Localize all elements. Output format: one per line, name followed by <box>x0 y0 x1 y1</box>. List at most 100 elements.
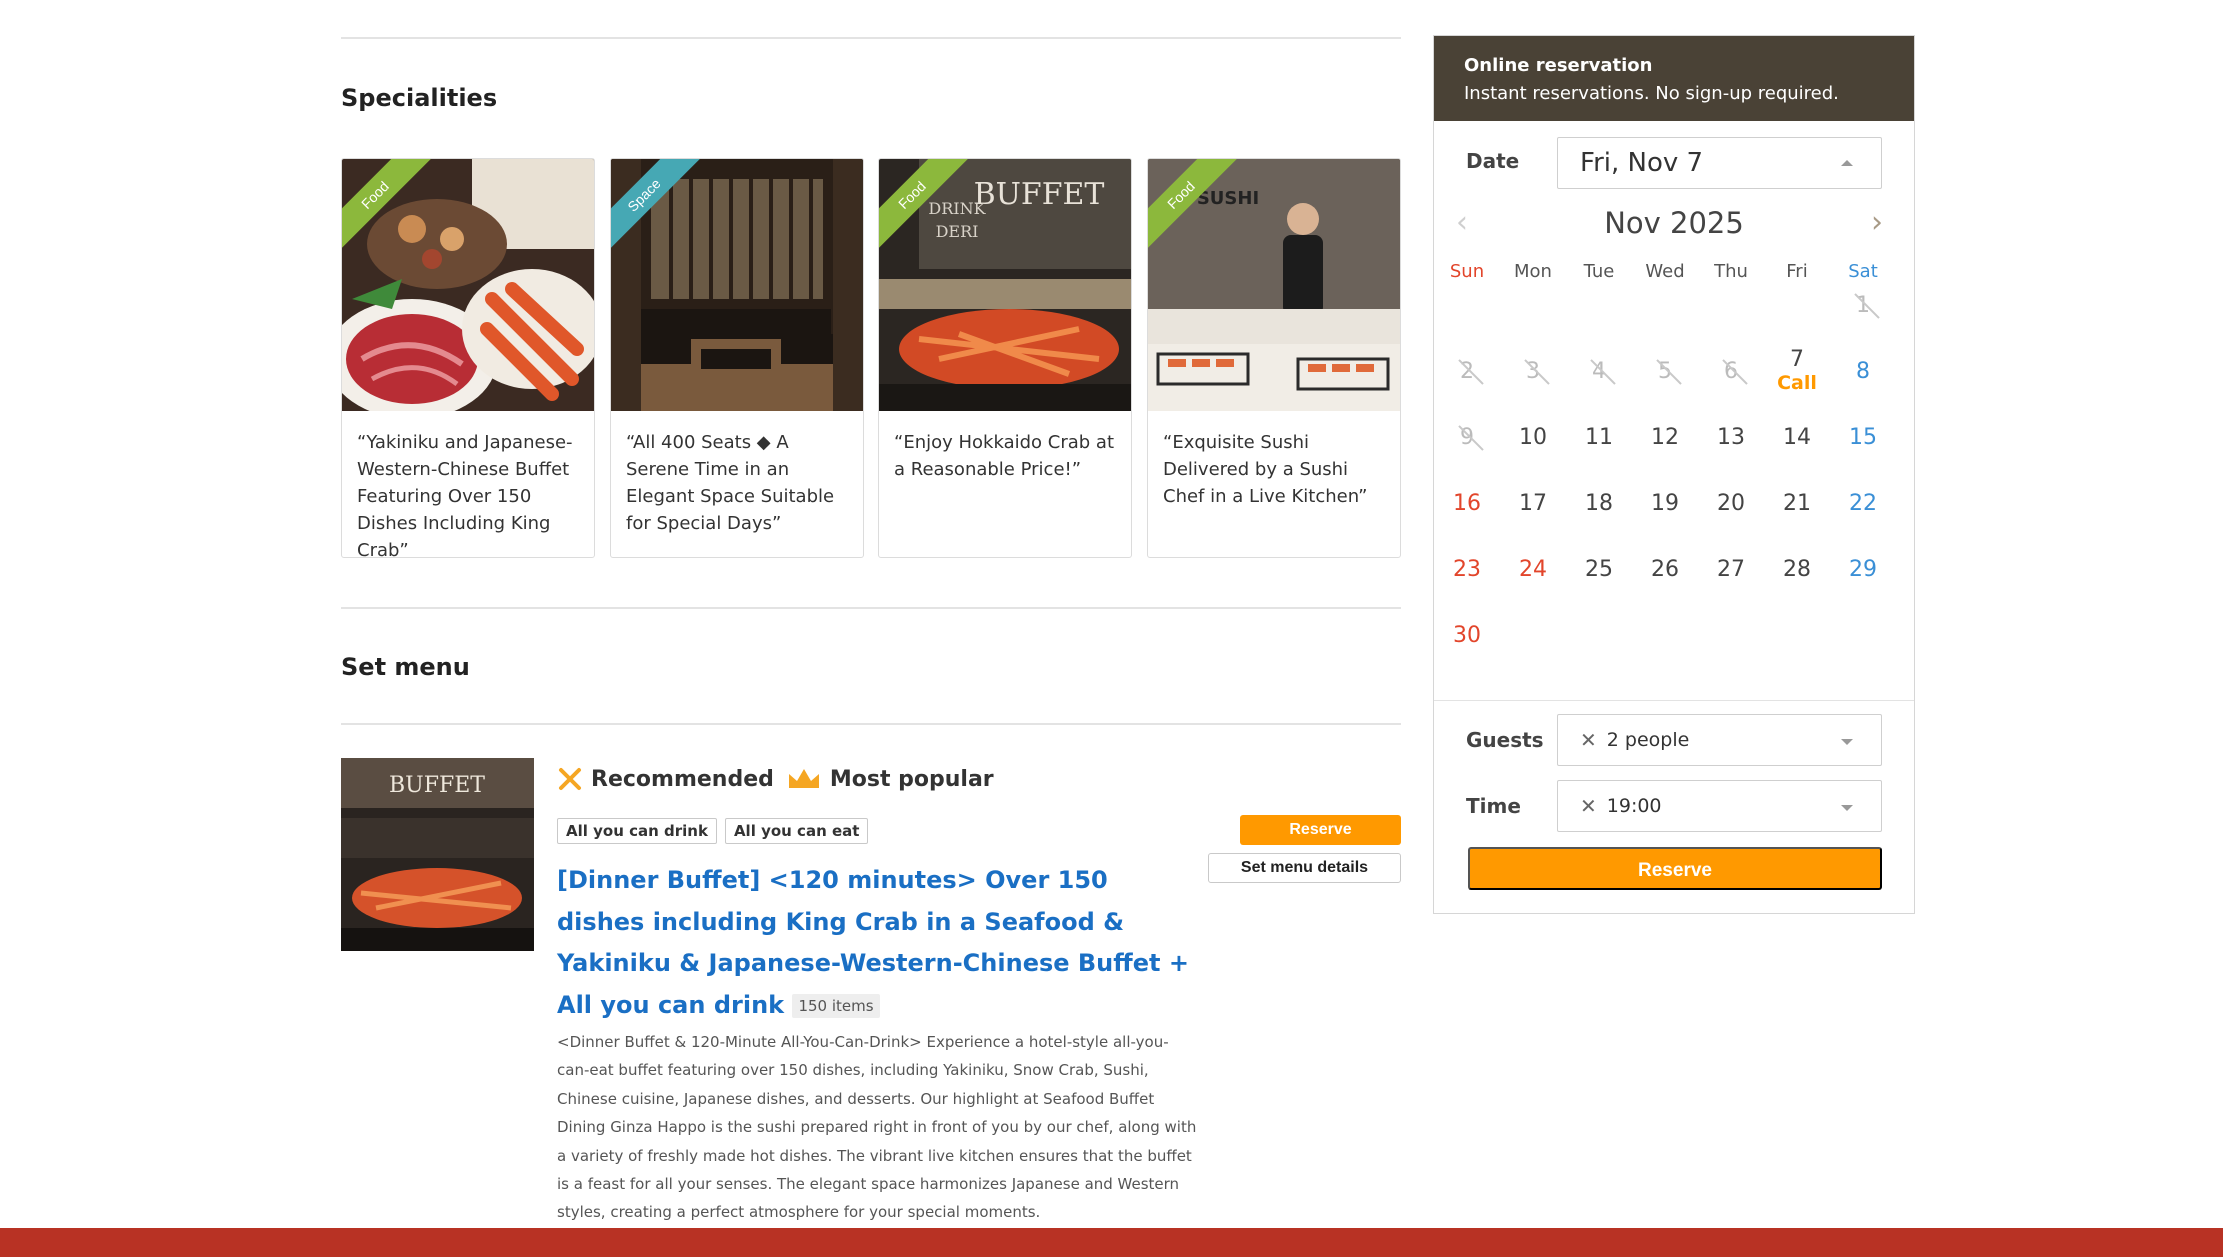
calendar-day-29[interactable]: 29 <box>1830 557 1896 617</box>
calendar-day-28[interactable]: 28 <box>1764 557 1830 617</box>
weekday-sat: Sat <box>1848 261 1878 282</box>
speciality-text-3: “Enjoy Hokkaido Crab at a Reasonable Pri… <box>894 432 1114 480</box>
calendar-day-13[interactable]: 13 <box>1698 425 1764 485</box>
reserve-button[interactable]: Reserve <box>1468 847 1882 890</box>
calendar-day-21[interactable]: 21 <box>1764 491 1830 551</box>
next-month-icon[interactable]: › <box>1871 208 1883 238</box>
calendar-day-26[interactable]: 26 <box>1632 557 1698 617</box>
calendar-day-24[interactable]: 24 <box>1500 557 1566 617</box>
reservation-title: Online reservation <box>1464 55 1653 76</box>
calendar-day-23[interactable]: 23 <box>1434 557 1500 617</box>
speciality-text-2: “All 400 Seats ◆ A Serene Time in an Ele… <box>626 432 835 534</box>
calendar-day-6: 6 <box>1698 359 1764 419</box>
calendar-day-number: 12 <box>1651 425 1679 450</box>
weekday-fri: Fri <box>1786 261 1808 282</box>
calendar-day-number: 11 <box>1585 425 1613 450</box>
calendar-day-number: 14 <box>1783 425 1811 450</box>
speciality-card-2[interactable]: Space “All 400 Seats ◆ A Serene Time in … <box>610 158 864 558</box>
recommended-badge: Recommended <box>557 766 774 792</box>
reservation-header: Online reservation Instant reservations.… <box>1434 36 1914 121</box>
calendar-day-number: 13 <box>1717 425 1745 450</box>
calendar-day-12[interactable]: 12 <box>1632 425 1698 485</box>
most-popular-badge: Most popular <box>786 766 994 792</box>
calendar-day-14[interactable]: 14 <box>1764 425 1830 485</box>
caret-down-icon <box>1841 739 1853 745</box>
calendar-month-label: Nov 2025 <box>1604 206 1744 240</box>
calendar-day-18[interactable]: 18 <box>1566 491 1632 551</box>
speciality-image-1: Food <box>342 159 594 411</box>
card3-sign-deri: DERI <box>936 222 979 241</box>
calendar-day-15[interactable]: 15 <box>1830 425 1896 485</box>
calendar-day-30[interactable]: 30 <box>1434 623 1500 683</box>
caret-down-icon <box>1841 805 1853 811</box>
calendar-day-25[interactable]: 25 <box>1566 557 1632 617</box>
calendar-day-17[interactable]: 17 <box>1500 491 1566 551</box>
calendar-day-4: 4 <box>1566 359 1632 419</box>
speciality-image-3: BUFFET DRINK DERI Food <box>879 159 1131 411</box>
card3-sign-drink: DRINK <box>928 199 986 218</box>
calendar-day-16[interactable]: 16 <box>1434 491 1500 551</box>
calendar-day-number: 19 <box>1651 491 1679 516</box>
date-value: Fri, Nov 7 <box>1580 148 1704 178</box>
speciality-text-4: “Exquisite Sushi Delivered by a Sushi Ch… <box>1163 432 1368 507</box>
set-menu-thumbnail[interactable]: BUFFET <box>341 758 534 951</box>
calendar-day-number: 28 <box>1783 557 1811 582</box>
speciality-card-3[interactable]: BUFFET DRINK DERI Food “Enjoy Hokkaido C… <box>878 158 1132 558</box>
calendar-day-number: 7 <box>1790 347 1804 372</box>
thumb-sign: BUFFET <box>389 773 485 798</box>
panel-divider <box>1434 700 1914 701</box>
set-menu-details-button[interactable]: Set menu details <box>1208 853 1401 883</box>
specialities-cards: Food “Yakiniku and Japanese-Western-Chin… <box>341 158 1401 558</box>
footer-bar <box>0 1228 2223 1257</box>
speciality-text-1: “Yakiniku and Japanese-Western-Chinese B… <box>357 432 573 558</box>
calendar-day-5: 5 <box>1632 359 1698 419</box>
calendar-day-number: 8 <box>1856 359 1870 384</box>
specialities-title: Specialities <box>341 84 498 112</box>
set-menu-badges: Recommended Most popular <box>557 762 994 796</box>
calendar-day-number: 23 <box>1453 557 1481 582</box>
caret-up-icon <box>1841 160 1853 166</box>
calendar-day-number: 21 <box>1783 491 1811 516</box>
time-select[interactable]: ✕ 19:00 <box>1557 780 1882 832</box>
set-menu-reserve-button[interactable]: Reserve <box>1240 815 1401 845</box>
guests-select[interactable]: ✕ 2 people <box>1557 714 1882 766</box>
speciality-image-4: SUSHI Food <box>1148 159 1400 411</box>
item-count-badge: 150 items <box>792 993 880 1018</box>
calendar-day-number: 20 <box>1717 491 1745 516</box>
calendar-day-9: 9 <box>1434 425 1500 485</box>
calendar-day-number: 24 <box>1519 557 1547 582</box>
speciality-card-1[interactable]: Food “Yakiniku and Japanese-Western-Chin… <box>341 158 595 558</box>
calendar-day-number: 10 <box>1519 425 1547 450</box>
calendar-day-7[interactable]: 7 Call <box>1764 347 1830 407</box>
calendar-day-number: 30 <box>1453 623 1481 648</box>
weekday-thu: Thu <box>1714 261 1748 282</box>
calendar-day-1: 1 <box>1830 293 1896 353</box>
recommended-label: Recommended <box>591 766 774 792</box>
calendar-day-22[interactable]: 22 <box>1830 491 1896 551</box>
calendar-day-20[interactable]: 20 <box>1698 491 1764 551</box>
calendar-day-number: 17 <box>1519 491 1547 516</box>
reservation-subtitle: Instant reservations. No sign-up require… <box>1464 83 1839 104</box>
calendar-day-number: 15 <box>1849 425 1877 450</box>
divider <box>341 723 1401 725</box>
time-label: Time <box>1466 794 1521 818</box>
date-select[interactable]: Fri, Nov 7 <box>1557 137 1882 189</box>
speciality-image-2: Space <box>611 159 863 411</box>
divider <box>341 607 1401 609</box>
calendar-day-number: 22 <box>1849 491 1877 516</box>
calendar-day-number: 27 <box>1717 557 1745 582</box>
calendar-day-19[interactable]: 19 <box>1632 491 1698 551</box>
set-menu-plan-link[interactable]: [Dinner Buffet] <120 minutes> Over 150 d… <box>557 860 1197 1026</box>
calendar-day-number: 25 <box>1585 557 1613 582</box>
weekday-tue: Tue <box>1583 261 1615 282</box>
tag-all-you-can-eat: All you can eat <box>724 818 869 844</box>
calendar-day-27[interactable]: 27 <box>1698 557 1764 617</box>
reservation-panel: Online reservation Instant reservations.… <box>1433 35 1915 914</box>
calendar-day-11[interactable]: 11 <box>1566 425 1632 485</box>
card4-sign: SUSHI <box>1197 188 1259 209</box>
x-icon: ✕ <box>1580 728 1597 752</box>
speciality-card-4[interactable]: SUSHI Food “Exquisite Sushi Delivered by… <box>1147 158 1401 558</box>
calendar-day-8[interactable]: 8 <box>1830 359 1896 419</box>
calendar-day-10[interactable]: 10 <box>1500 425 1566 485</box>
time-value: 19:00 <box>1606 795 1662 817</box>
